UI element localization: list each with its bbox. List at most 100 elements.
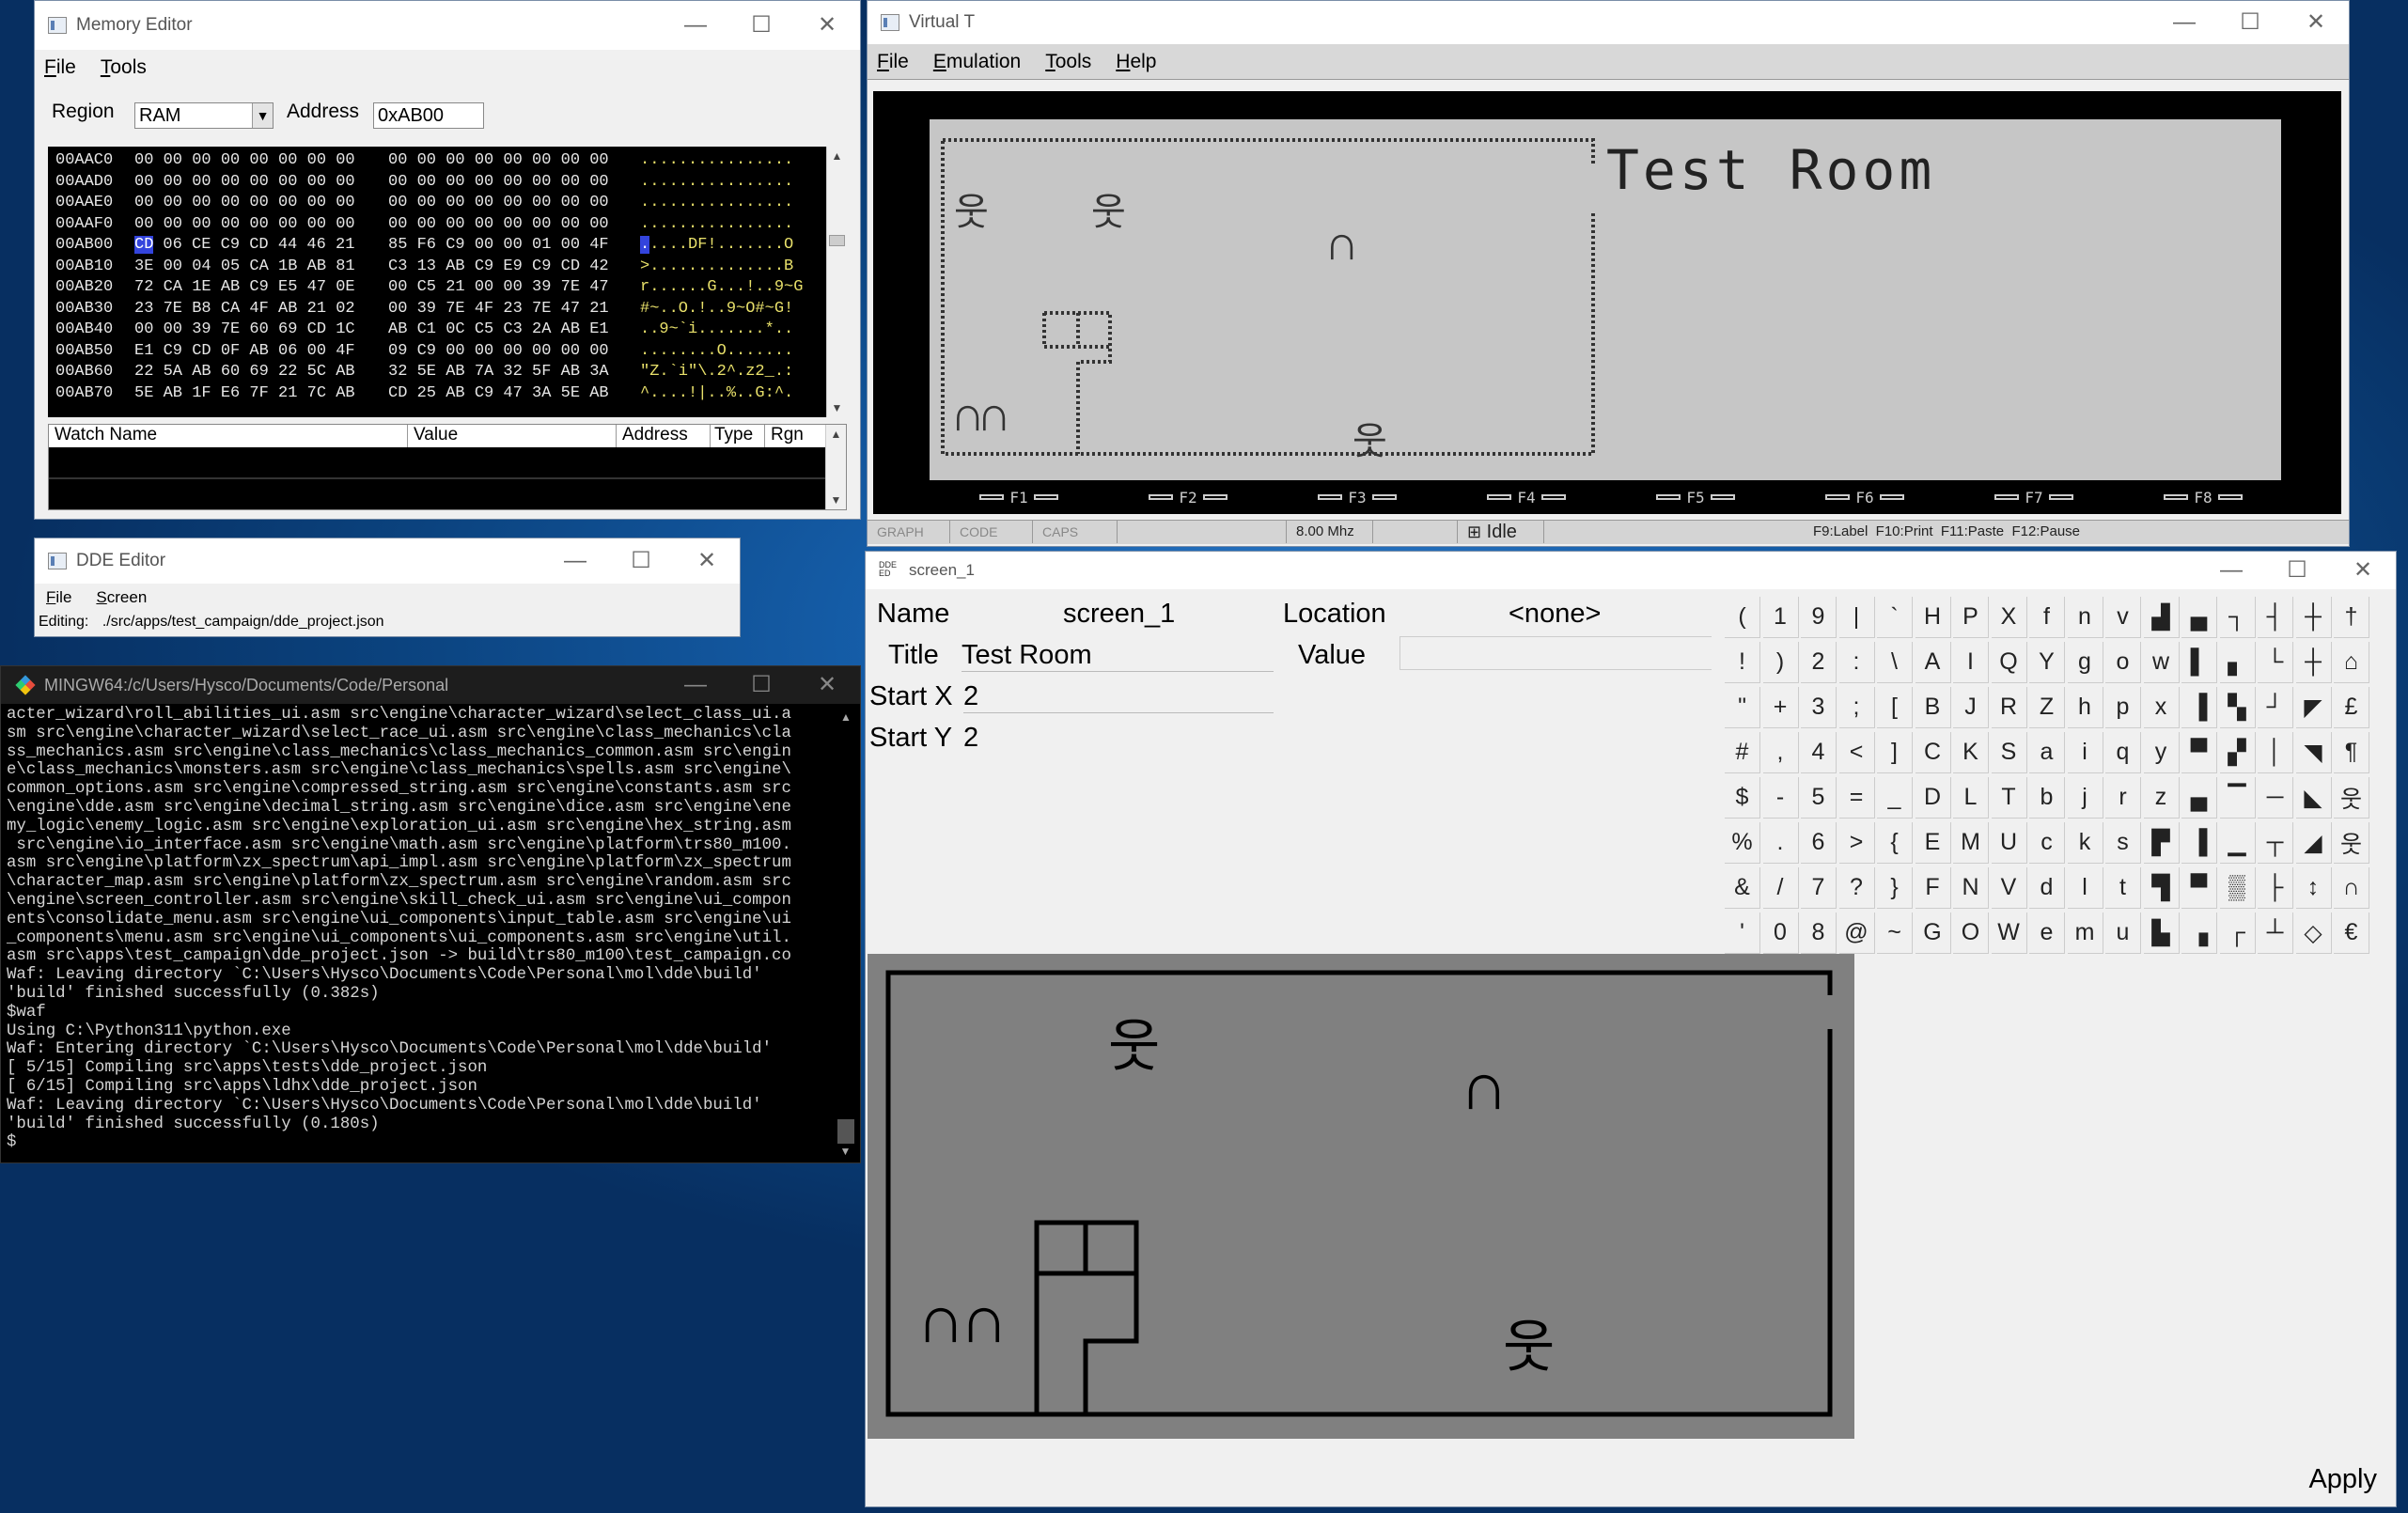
location-field[interactable]: <none> <box>1509 599 1601 630</box>
close-icon[interactable]: ✕ <box>2283 1 2349 44</box>
value-input[interactable] <box>1399 636 1712 670</box>
hex-row[interactable]: 00AB70 5E AB 1F E6 7F 21 7C AB CD 25 AB C9… <box>55 383 793 404</box>
terminal-titlebar[interactable]: MINGW64:/c/Users/Hysco/Documents/Code/Pe… <box>1 666 860 704</box>
charmap-key[interactable]: £ <box>2334 687 2369 728</box>
close-icon[interactable]: ✕ <box>794 666 860 704</box>
charmap-key[interactable]: ) <box>1762 642 1799 683</box>
hex-row[interactable]: 00AB30 23 7E B8 CA 4F AB 21 02 00 39 7E 4F… <box>55 299 793 320</box>
start-y-input[interactable]: 2 <box>963 723 1274 754</box>
charmap-key[interactable]: p <box>2105 687 2141 728</box>
charmap-key[interactable]: 2 <box>1801 642 1837 683</box>
charmap-key[interactable]: ┘ <box>2258 687 2293 728</box>
charmap-key[interactable]: ▔ <box>2219 777 2256 819</box>
charmap-key[interactable]: m <box>2067 912 2103 954</box>
watch-row[interactable] <box>49 477 825 479</box>
charmap-key[interactable]: ▄ <box>2181 777 2217 819</box>
minimize-icon[interactable]: — <box>2151 1 2217 44</box>
charmap-key[interactable]: $ <box>1725 777 1760 819</box>
charmap-key[interactable]: a <box>2029 732 2065 773</box>
charmap-key[interactable]: } <box>1877 867 1913 909</box>
function-key-4[interactable]: F4 <box>1475 486 1578 508</box>
charmap-key[interactable]: R <box>1991 687 2027 728</box>
charmap-key[interactable]: n <box>2067 597 2103 638</box>
charmap-key[interactable]: > <box>1838 822 1875 864</box>
charmap-key[interactable]: ┬ <box>2258 822 2293 864</box>
function-key-3[interactable]: F3 <box>1306 486 1409 508</box>
charmap-key[interactable]: ~ <box>1877 912 1913 954</box>
charmap-key[interactable]: " <box>1725 687 1760 728</box>
hex-view[interactable]: 00AAC0 00 00 00 00 00 00 00 00 00 00 00 00… <box>48 147 847 417</box>
charmap-key[interactable]: ┤ <box>2258 597 2293 638</box>
function-key-7[interactable]: F7 <box>1982 486 2086 508</box>
charmap-key[interactable]: . <box>1762 822 1799 864</box>
charmap-key[interactable]: Z <box>2029 687 2065 728</box>
scroll-thumb[interactable] <box>837 1119 854 1144</box>
charmap-key[interactable]: O <box>1953 912 1989 954</box>
col-watch-name[interactable]: Watch Name <box>49 425 408 447</box>
charmap-key[interactable]: 웃 <box>2334 777 2369 819</box>
title-input[interactable]: Test Room <box>962 640 1274 672</box>
charmap-key[interactable]: 9 <box>1801 597 1837 638</box>
charmap-key[interactable]: 3 <box>1801 687 1837 728</box>
dde-editor-titlebar[interactable]: DDE Editor — ☐ ✕ <box>35 538 740 584</box>
menu-help[interactable]: Help <box>1116 51 1156 73</box>
hex-row[interactable]: 00AAF0 00 00 00 00 00 00 00 00 00 00 00 00… <box>55 214 793 235</box>
charmap-key[interactable]: r <box>2105 777 2141 819</box>
charmap-key[interactable]: ▌ <box>2181 642 2217 683</box>
charmap-key[interactable]: _ <box>1877 777 1913 819</box>
charmap-key[interactable]: ◥ <box>2295 732 2332 773</box>
charmap-key[interactable]: K <box>1953 732 1989 773</box>
function-key-5[interactable]: F5 <box>1644 486 1747 508</box>
charmap-key[interactable]: ▄ <box>2181 597 2217 638</box>
charmap-key[interactable]: 7 <box>1801 867 1837 909</box>
hex-row[interactable]: 00AB40 00 00 39 7E 60 69 CD 1C AB C1 0C C5… <box>55 320 793 340</box>
charmap-key[interactable]: ◢ <box>2295 822 2332 864</box>
charmap-key[interactable]: ▜ <box>2143 867 2180 909</box>
watch-scrollbar[interactable]: ▲ ▼ <box>825 425 846 509</box>
charmap-key[interactable]: < <box>1838 732 1875 773</box>
hex-row[interactable]: 00AB10 3E 00 04 05 CA 1B AB 81 C3 13 AB C9… <box>55 257 793 277</box>
hex-row[interactable]: 00AB20 72 CA 1E AB C9 E5 47 0E 00 C5 21 00… <box>55 277 803 298</box>
charmap-key[interactable]: [ <box>1877 687 1913 728</box>
scroll-thumb[interactable] <box>829 235 845 246</box>
charmap-key[interactable]: F <box>1915 867 1951 909</box>
charmap-key[interactable]: T <box>1991 777 2027 819</box>
memory-editor-titlebar[interactable]: Memory Editor — ☐ ✕ <box>35 1 860 50</box>
charmap-key[interactable]: G <box>1915 912 1951 954</box>
maximize-icon[interactable]: ☐ <box>728 1 794 50</box>
charmap-key[interactable]: ◤ <box>2295 687 2332 728</box>
charmap-key[interactable]: J <box>1953 687 1989 728</box>
charmap-key[interactable]: ▐ <box>2181 822 2217 864</box>
charmap-key[interactable]: ▀ <box>2181 867 2217 909</box>
charmap-key[interactable]: u <box>2105 912 2141 954</box>
maximize-icon[interactable]: ☐ <box>728 666 794 704</box>
name-field[interactable]: screen_1 <box>1063 599 1175 630</box>
terminal-output[interactable]: acter_wizard\roll_abilities_ui.asm src\e… <box>7 706 791 1152</box>
charmap-key[interactable]: U <box>1991 822 2027 864</box>
address-input[interactable]: 0xAB00 <box>373 102 484 129</box>
charmap-key[interactable]: w <box>2143 642 2180 683</box>
charmap-key[interactable]: : <box>1838 642 1875 683</box>
function-key-2[interactable]: F2 <box>1136 486 1240 508</box>
function-key-1[interactable]: F1 <box>967 486 1071 508</box>
charmap-key[interactable]: 0 <box>1762 912 1799 954</box>
hex-scrollbar[interactable]: ▲ ▼ <box>826 147 847 417</box>
charmap-key[interactable]: = <box>1838 777 1875 819</box>
col-address[interactable]: Address <box>617 425 711 447</box>
charmap-key[interactable]: s <box>2105 822 2141 864</box>
charmap-key[interactable]: │ <box>2258 732 2293 773</box>
charmap-key[interactable]: q <box>2105 732 2141 773</box>
charmap-key[interactable]: 8 <box>1801 912 1837 954</box>
charmap-key[interactable]: j <box>2067 777 2103 819</box>
charmap-key[interactable]: ┌ <box>2219 912 2256 954</box>
scroll-down-icon[interactable]: ▼ <box>827 398 847 417</box>
charmap-key[interactable]: ∩ <box>2334 867 2369 909</box>
maximize-icon[interactable]: ☐ <box>608 538 674 584</box>
charmap-key[interactable]: Y <box>2029 642 2065 683</box>
charmap-key[interactable]: ┼ <box>2295 642 2332 683</box>
charmap-key[interactable]: \ <box>1877 642 1913 683</box>
emulator-display[interactable]: Test Room 웃 웃 ∩ ∩ ∩ 웃 F1 F2 F3 F4 F5 F6 F7 F8 <box>873 91 2341 514</box>
charmap-key[interactable]: i <box>2067 732 2103 773</box>
charmap-key[interactable]: ▞ <box>2219 732 2256 773</box>
charmap-key[interactable]: I <box>1953 642 1989 683</box>
